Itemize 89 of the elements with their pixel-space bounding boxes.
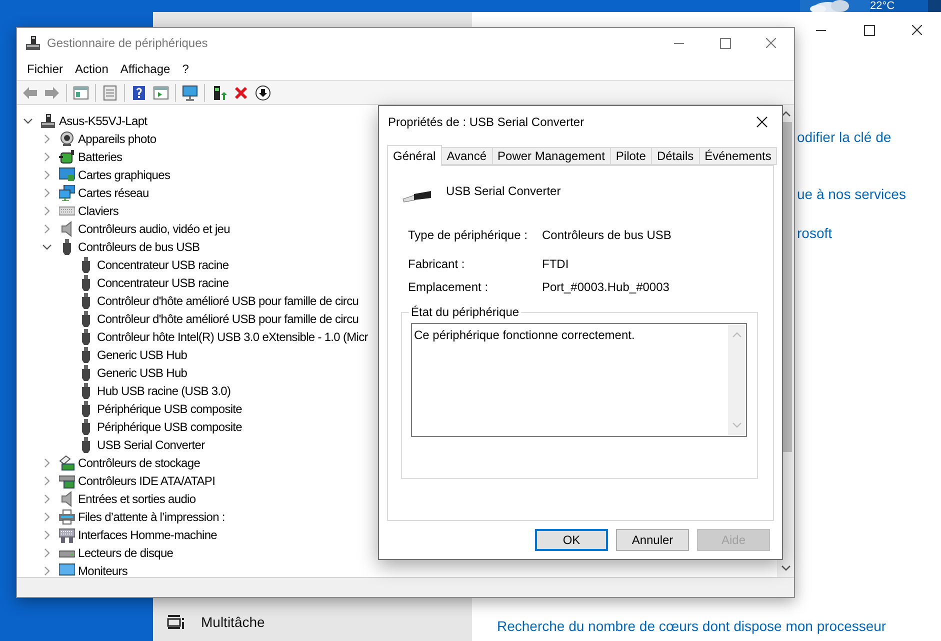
field-value: Port_#0003.Hub_#0003 (542, 279, 670, 296)
computer-icon (40, 113, 56, 129)
menu-item[interactable]: Fichier (21, 60, 70, 78)
monitor-scan-icon (182, 84, 198, 100)
tree-item[interactable]: Périphérique USB composite (97, 400, 242, 418)
usb-cable-icon (401, 188, 433, 204)
tab[interactable]: Général (387, 145, 442, 166)
printer-icon (59, 509, 75, 525)
device-name: USB Serial Converter (446, 183, 561, 200)
scroll-up-icon[interactable] (780, 109, 790, 119)
download-button[interactable] (253, 82, 273, 102)
scroll-down-icon[interactable] (780, 563, 790, 573)
link[interactable]: Recherche du nombre de cœurs dont dispose mon processeur (497, 616, 886, 637)
forward-arrow-icon (44, 84, 60, 100)
tree-item[interactable]: Files d’attente à l’impression : (78, 508, 225, 526)
group-title: État du périphérique (409, 305, 522, 319)
tree-item[interactable]: Contrôleurs de stockage (78, 454, 200, 472)
properties-sheet-icon (102, 84, 118, 100)
keyboard-icon (59, 527, 75, 543)
tree-item[interactable]: Cartes graphiques (78, 166, 170, 184)
sidebar-item[interactable]: Multitâche (167, 612, 265, 632)
scroll-down-icon (732, 421, 742, 429)
driver-update-icon (211, 84, 227, 100)
tree-item[interactable]: Cartes réseau (78, 184, 149, 202)
menu-item[interactable]: Action (69, 60, 114, 78)
scroll-up-icon (732, 331, 742, 339)
tree-item[interactable]: Entrées et sorties audio (78, 490, 196, 508)
tree-item[interactable]: Moniteurs (78, 562, 128, 577)
tree-item[interactable]: Interfaces Homme-machine (78, 526, 217, 544)
download-icon (255, 84, 271, 100)
tab[interactable]: Power Management (492, 147, 611, 165)
battery-icon (59, 149, 75, 165)
camera-icon (59, 131, 75, 147)
controller-card-icon (59, 473, 75, 489)
window-title: Gestionnaire de périphériques (47, 35, 208, 52)
field-value: Contrôleurs de bus USB (542, 227, 672, 244)
tree-item[interactable]: Claviers (78, 202, 119, 220)
monitor-scan-button[interactable] (180, 82, 200, 102)
dialog-button[interactable]: Annuler (616, 529, 689, 551)
tree-item[interactable]: Périphérique USB composite (97, 418, 242, 436)
delete-icon (233, 84, 249, 100)
tab[interactable]: Pilote (610, 147, 652, 165)
monitor-icon (59, 167, 75, 183)
menu-item[interactable]: Affichage (114, 60, 176, 78)
back-arrow-icon (22, 84, 38, 100)
tree-item[interactable]: Asus-K55VJ-Lapt (59, 112, 148, 130)
tree-item[interactable]: Lecteurs de disque (78, 544, 174, 562)
network-icon (59, 185, 75, 201)
tree-item[interactable]: Contrôleurs audio, vidéo et jeu (78, 220, 230, 238)
close-icon (766, 38, 776, 48)
maximize-icon (720, 38, 730, 48)
close-icon (755, 115, 769, 129)
tree-item[interactable]: Contrôleur d'hôte amélioré USB pour famille de circu (97, 310, 359, 328)
help-icon (131, 84, 147, 100)
tree-item[interactable]: Appareils photo (78, 130, 156, 148)
link[interactable]: ue à nos services (797, 184, 906, 205)
close-icon (912, 25, 922, 35)
minimize-icon (674, 42, 684, 44)
maximize-icon (864, 24, 874, 36)
dialog-button[interactable]: OK (535, 529, 608, 551)
link[interactable]: odifier la clé de (797, 127, 892, 148)
tab[interactable]: Avancé (440, 147, 493, 165)
field-label: Type de périphérique : (408, 227, 528, 244)
menu-item[interactable]: ? (176, 60, 195, 78)
tab[interactable]: Détails (650, 147, 700, 165)
panel-icon (73, 84, 89, 100)
tree-item[interactable]: Generic USB Hub (97, 364, 188, 382)
dialog-title: Propriétés de : USB Serial Converter (388, 114, 584, 131)
field-value: FTDI (542, 256, 569, 273)
tab[interactable]: Événements (698, 147, 778, 165)
tree-item[interactable]: USB Serial Converter (97, 436, 205, 454)
tree-item[interactable]: Contrôleurs de bus USB (78, 238, 200, 256)
field-label: Emplacement : (408, 279, 488, 296)
tree-item[interactable]: Contrôleur hôte Intel(R) USB 3.0 eXtensible - 1.0 (Micr (97, 328, 368, 346)
tree-item[interactable]: Generic USB Hub (97, 346, 188, 364)
status-text-box[interactable]: Ce périphérique fonctionne correctement. (411, 323, 747, 437)
storage-icon (59, 455, 75, 471)
tree-item[interactable]: Hub USB racine (USB 3.0) (97, 382, 231, 400)
multitask-icon (167, 614, 185, 630)
computer-icon (25, 35, 41, 51)
link[interactable]: rosoft (797, 223, 832, 244)
tree-item[interactable]: Contrôleur d'hôte amélioré USB pour famille de circu (97, 292, 359, 310)
tree-item[interactable]: Concentrateur USB racine (97, 256, 229, 274)
tree-item[interactable]: Concentrateur USB racine (97, 274, 229, 292)
temperature-text: 22°C (870, 0, 895, 12)
tree-item[interactable]: Contrôleurs IDE ATA/ATAPI (78, 472, 216, 490)
tree-item[interactable]: Batteries (78, 148, 122, 166)
play-panel-icon (153, 84, 169, 100)
field-label: Fabricant : (408, 256, 465, 273)
